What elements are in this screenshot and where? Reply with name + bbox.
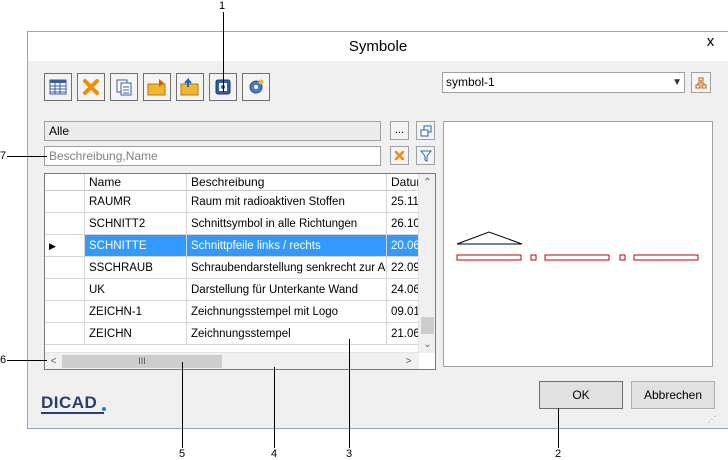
close-button[interactable]: x xyxy=(694,32,727,52)
callout-number-4: 4 xyxy=(271,448,278,460)
browse-button[interactable]: ... xyxy=(390,121,409,140)
callout-number-5: 5 xyxy=(179,448,186,460)
dicad-logo: DICAD xyxy=(41,393,98,412)
row-header-column xyxy=(45,174,85,191)
horizontal-scroll-thumb[interactable]: III xyxy=(62,355,222,368)
cell-description: Schnittsymbol in alle Richtungen xyxy=(187,213,387,235)
table-icon xyxy=(49,79,67,95)
column-header-description[interactable]: Beschreibung xyxy=(187,174,387,191)
symbol-selector[interactable]: symbol-1 ▼ xyxy=(442,72,685,93)
selector-action-button[interactable] xyxy=(691,72,711,93)
cell-description: Raum mit radioaktiven Stoffen xyxy=(187,191,387,213)
table-row[interactable]: SCHNITT2 Schnittsymbol in alle Richtungen… xyxy=(45,213,427,235)
vertical-scrollbar[interactable]: ⌃ ⌄ xyxy=(418,174,435,353)
title-bar: Symbole x xyxy=(28,32,728,61)
clear-filter-button[interactable] xyxy=(390,146,409,165)
callout-number-6: 6 xyxy=(0,354,7,366)
table-row[interactable]: ZEICHN-1 Zeichnungsstempel mit Logo 09.01. xyxy=(45,301,427,323)
import-button[interactable] xyxy=(176,73,204,101)
resize-grip-icon[interactable]: ⋰ xyxy=(708,416,718,426)
row-header-cell[interactable] xyxy=(45,257,85,279)
symbol-preview xyxy=(443,121,713,367)
folder-import-icon xyxy=(180,78,199,96)
group-field-value: Alle xyxy=(49,124,70,138)
callout-line-6 xyxy=(7,360,47,361)
close-icon: x xyxy=(706,33,715,50)
logo-underline xyxy=(41,412,104,414)
row-header-cell[interactable] xyxy=(45,191,85,213)
group-field[interactable]: Alle xyxy=(44,121,381,141)
cell-description: Schnittpfeile links / rechts xyxy=(187,235,387,257)
callout-number-1: 1 xyxy=(219,0,226,12)
callout-line-3 xyxy=(349,339,350,448)
cell-description: Darstellung für Unterkante Wand xyxy=(187,279,387,301)
search-placeholder: Beschreibung,Name xyxy=(49,149,158,163)
filter-icon xyxy=(419,150,432,162)
table-row[interactable]: UK Darstellung für Unterkante Wand 24.06. xyxy=(45,279,427,301)
cancel-button[interactable]: Abbrechen xyxy=(631,381,715,409)
scroll-left-icon[interactable]: < xyxy=(45,353,62,369)
scroll-down-icon[interactable]: ⌄ xyxy=(419,336,435,353)
cell-name: UK xyxy=(85,279,187,301)
callout-number-2: 2 xyxy=(555,448,562,460)
table-row[interactable]: ▶ SCHNITTE Schnittpfeile links / rechts 20.… xyxy=(45,235,427,257)
diagram-icon xyxy=(695,77,707,88)
table-header: Name Beschreibung Datum xyxy=(45,174,426,191)
search-input[interactable]: Beschreibung,Name xyxy=(44,146,381,166)
symbol-table: Name Beschreibung Datum RAUMR Raum mit ra… xyxy=(44,173,436,370)
callout-line-1 xyxy=(223,12,224,92)
callout-line-2 xyxy=(558,408,559,448)
close-icon xyxy=(83,79,99,95)
table-row[interactable]: RAUMR Raum mit radioaktiven Stoffen 25.11. xyxy=(45,191,427,213)
cell-description: Zeichnungsstempel mit Logo xyxy=(187,301,387,323)
callout-line-5 xyxy=(182,362,183,448)
windows-icon xyxy=(420,125,431,136)
cell-description: Zeichnungsstempel xyxy=(187,323,387,345)
cell-name: SSCHRAUB xyxy=(85,257,187,279)
symbol-selector-value: symbol-1 xyxy=(446,75,495,89)
gear-icon xyxy=(249,79,264,94)
row-header-cell[interactable] xyxy=(45,279,85,301)
logo-dot xyxy=(102,407,106,411)
cell-name: ZEICHN-1 xyxy=(85,301,187,323)
scroll-right-icon[interactable]: > xyxy=(400,353,417,369)
cell-name: ZEICHN xyxy=(85,323,187,345)
callout-line-4 xyxy=(274,367,275,448)
dialog-title: Symbole xyxy=(348,38,408,55)
folder-export-icon xyxy=(147,79,166,96)
callout-line-7 xyxy=(7,156,47,157)
cell-name: SCHNITT2 xyxy=(85,213,187,235)
delete-button[interactable] xyxy=(77,73,105,101)
row-indicator-icon: ▶ xyxy=(49,241,56,251)
filter-button[interactable] xyxy=(416,146,435,165)
table-row[interactable]: ZEICHN Zeichnungsstempel 21.06. xyxy=(45,323,427,345)
close-icon xyxy=(394,150,405,161)
symbol-preview-drawing xyxy=(456,231,699,261)
row-header-cell[interactable] xyxy=(45,213,85,235)
cell-name: SCHNITTE xyxy=(85,235,187,257)
copy-button[interactable] xyxy=(110,73,138,101)
open-window-button[interactable] xyxy=(416,121,435,140)
row-header-cell[interactable] xyxy=(45,323,85,345)
row-header-cell[interactable]: ▶ xyxy=(45,235,85,257)
table-row[interactable]: SSCHRAUB Schraubendarstellung senkrecht z… xyxy=(45,257,427,279)
horizontal-scrollbar[interactable]: < III > xyxy=(45,352,419,369)
table-view-button[interactable] xyxy=(44,73,72,101)
export-button[interactable] xyxy=(143,73,171,101)
column-header-name[interactable]: Name xyxy=(85,174,187,191)
copy-icon xyxy=(116,79,132,96)
chevron-down-icon: ▼ xyxy=(672,77,682,88)
symbole-dialog: Symbole x symbol-1 ▼ Alle ... Beschreibu… xyxy=(27,31,728,429)
ok-button[interactable]: OK xyxy=(539,381,623,409)
browse-label: ... xyxy=(394,124,405,136)
cell-description: Schraubendarstellung senkrecht zur A... xyxy=(187,257,387,279)
settings-button[interactable] xyxy=(242,73,270,101)
scroll-up-icon[interactable]: ⌃ xyxy=(419,174,435,191)
callout-number-3: 3 xyxy=(346,448,353,460)
vertical-scroll-thumb[interactable] xyxy=(421,317,434,334)
row-header-cell[interactable] xyxy=(45,301,85,323)
callout-number-7: 7 xyxy=(0,150,7,162)
cell-name: RAUMR xyxy=(85,191,187,213)
